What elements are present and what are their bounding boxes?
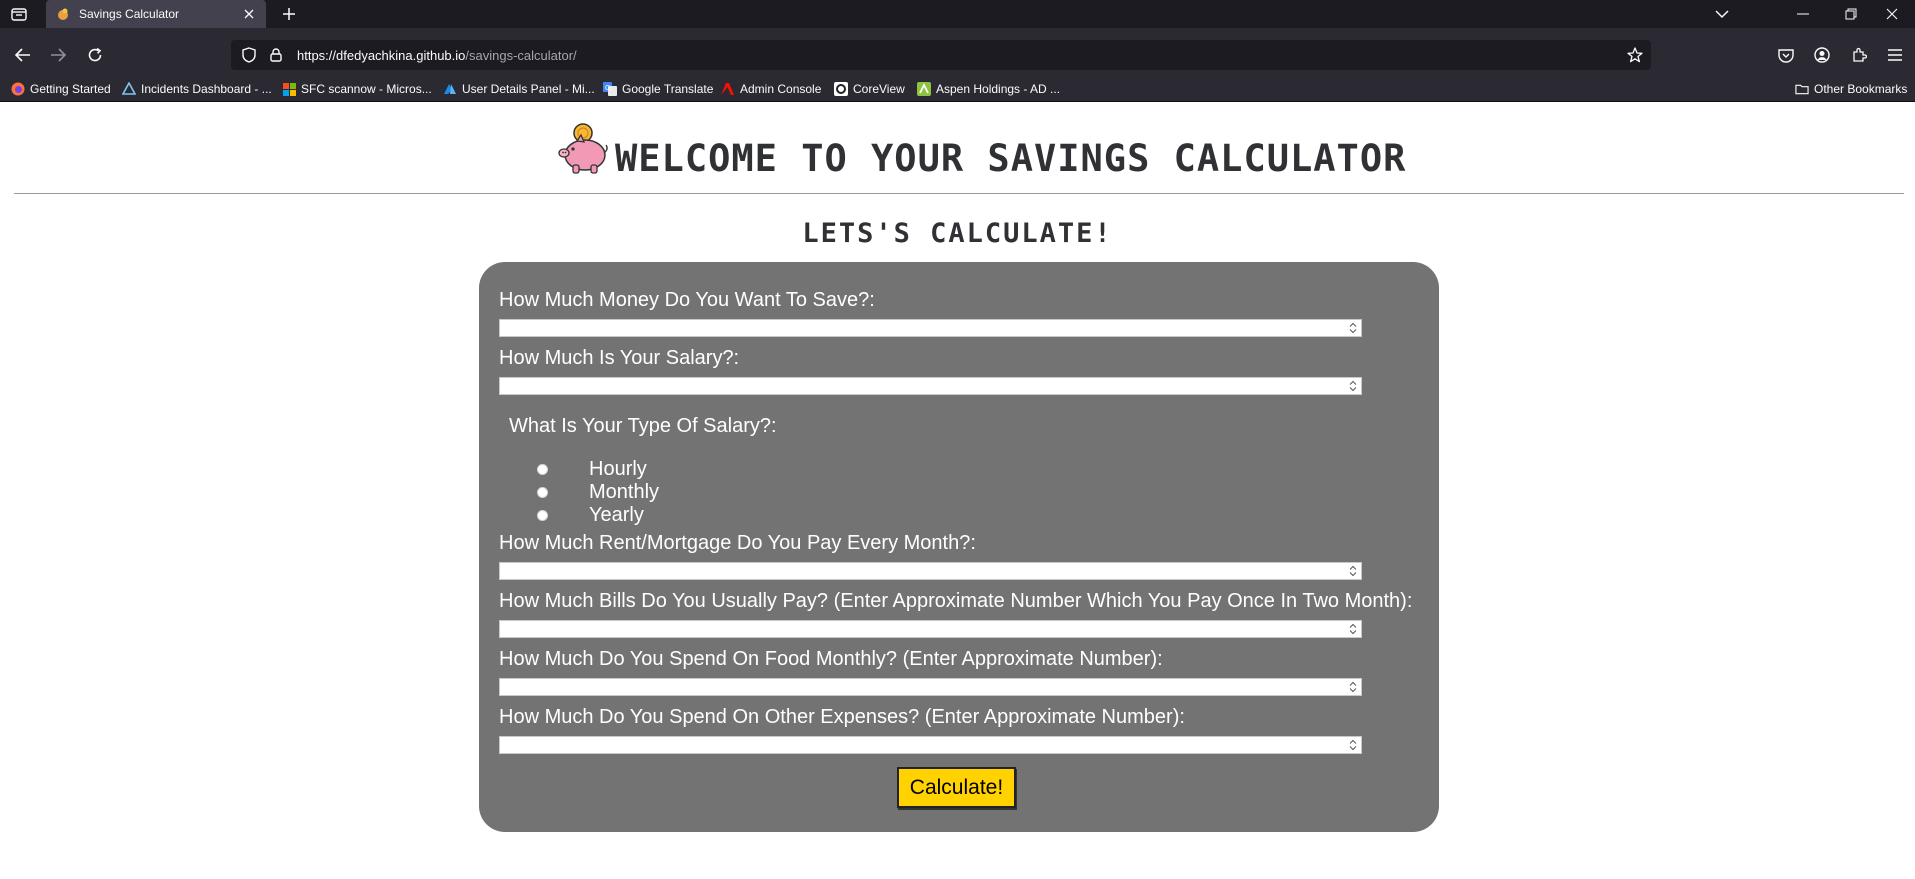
save-goal-label: How Much Money Do You Want To Save?:: [499, 289, 875, 311]
bookmarks-toolbar: Getting Started Incidents Dashboard - ..…: [0, 76, 1915, 102]
bookmark-sfc-scannow[interactable]: SFC scannow - Micros...: [282, 80, 432, 98]
salary-label: How Much Is Your Salary?:: [499, 347, 740, 369]
bookmark-user-details-panel[interactable]: User Details Panel - Mi...: [443, 80, 595, 98]
salary-input[interactable]: [499, 377, 1362, 395]
url-text[interactable]: https://dfedyachkina.github.io/savings-c…: [297, 48, 577, 63]
food-input[interactable]: [499, 678, 1362, 696]
salary-type-hourly[interactable]: Hourly: [537, 458, 647, 480]
new-tab-icon[interactable]: [278, 3, 300, 25]
bookmark-incidents-dashboard[interactable]: Incidents Dashboard - ...: [122, 80, 272, 98]
rent-label: How Much Rent/Mortgage Do You Pay Every …: [499, 532, 976, 554]
calculate-button[interactable]: Calculate!: [897, 767, 1016, 808]
page-content: WELCOME TO YOUR SAVINGS CALCULATOR LETS'…: [0, 103, 1915, 879]
menu-hamburger-icon[interactable]: [1883, 43, 1907, 67]
azure-icon: [122, 82, 136, 96]
lock-icon[interactable]: [267, 48, 285, 62]
radio-label-yearly: Yearly: [589, 504, 644, 526]
salary-type-yearly[interactable]: Yearly: [537, 504, 644, 526]
reload-icon[interactable]: [80, 40, 110, 70]
close-tab-icon[interactable]: [240, 5, 258, 23]
radio-yearly[interactable]: [537, 509, 548, 521]
food-label: How Much Do You Spend On Food Monthly? (…: [499, 648, 1163, 670]
browser-tab-active[interactable]: Savings Calculator: [46, 0, 266, 28]
svg-text:G: G: [605, 85, 610, 92]
tab-list-icon[interactable]: [6, 3, 32, 25]
savings-form: How Much Money Do You Want To Save?: How…: [479, 262, 1439, 832]
azure-ad-icon: [443, 82, 457, 96]
pocket-icon[interactable]: [1774, 43, 1798, 67]
spinner-icon[interactable]: [1347, 680, 1358, 694]
tracking-protection-shield-icon[interactable]: [239, 47, 259, 63]
spinner-icon[interactable]: [1347, 564, 1358, 578]
piggy-bank-icon: [558, 123, 608, 174]
bills-label: How Much Bills Do You Usually Pay? (Ente…: [499, 590, 1413, 612]
page-title: WELCOME TO YOUR SAVINGS CALCULATOR: [615, 137, 1407, 180]
header-divider: [14, 193, 1904, 194]
rent-input[interactable]: [499, 562, 1362, 580]
minimize-icon[interactable]: [1780, 0, 1826, 28]
spinner-icon[interactable]: [1347, 379, 1358, 393]
bookmark-admin-console[interactable]: Admin Console: [721, 80, 821, 98]
extensions-icon[interactable]: [1847, 43, 1871, 67]
bookmark-star-icon[interactable]: [1625, 45, 1645, 65]
firefox-icon: [11, 82, 25, 96]
radio-monthly[interactable]: [537, 486, 548, 498]
piggy-favicon-icon: [58, 8, 68, 20]
other-expenses-input[interactable]: [499, 736, 1362, 754]
bookmark-coreview[interactable]: CoreView: [834, 80, 905, 98]
tab-title: Savings Calculator: [79, 7, 180, 21]
microsoft-icon: [282, 82, 296, 96]
back-icon[interactable]: [8, 40, 38, 70]
spinner-icon[interactable]: [1347, 622, 1358, 636]
salary-type-monthly[interactable]: Monthly: [537, 481, 659, 503]
translate-icon: G: [603, 82, 617, 96]
other-expenses-label: How Much Do You Spend On Other Expenses?…: [499, 706, 1185, 728]
other-bookmarks-folder[interactable]: Other Bookmarks: [1795, 80, 1907, 98]
salary-type-label: What Is Your Type Of Salary?:: [509, 415, 777, 437]
coreview-icon: [834, 82, 848, 96]
radio-hourly[interactable]: [537, 463, 548, 475]
forward-icon[interactable]: [43, 40, 73, 70]
bills-input[interactable]: [499, 620, 1362, 638]
radio-label-hourly: Hourly: [589, 458, 647, 480]
save-goal-input[interactable]: [499, 319, 1362, 337]
bookmark-google-translate[interactable]: G Google Translate: [603, 80, 713, 98]
url-path: /savings-calculator/: [465, 47, 577, 63]
navigation-toolbar: https://dfedyachkina.github.io/savings-c…: [0, 28, 1915, 82]
radio-label-monthly: Monthly: [589, 481, 660, 503]
tab-strip: Savings Calculator: [0, 0, 1915, 28]
adobe-icon: [721, 82, 735, 96]
bookmark-aspen-holdings[interactable]: Aspen Holdings - AD ...: [917, 80, 1060, 98]
folder-icon: [1795, 82, 1809, 96]
restore-icon[interactable]: [1828, 0, 1874, 28]
page-subtitle: LETS'S CALCULATE!: [802, 218, 1113, 249]
tab-overflow-chevron-icon[interactable]: [1699, 0, 1745, 28]
url-host: https://dfedyachkina.github.io: [297, 47, 466, 63]
close-window-icon[interactable]: [1869, 0, 1915, 28]
account-icon[interactable]: [1810, 43, 1834, 67]
aspen-icon: [917, 82, 931, 96]
bookmark-getting-started[interactable]: Getting Started: [11, 80, 111, 98]
address-bar[interactable]: https://dfedyachkina.github.io/savings-c…: [231, 40, 1651, 70]
spinner-icon[interactable]: [1347, 738, 1358, 752]
spinner-icon[interactable]: [1347, 321, 1358, 335]
